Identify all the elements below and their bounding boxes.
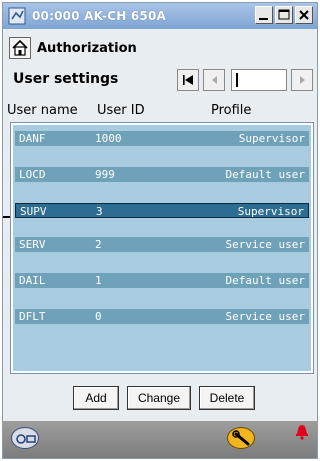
- next-page-button[interactable]: [291, 69, 313, 91]
- user-name-cell: DFLT: [19, 310, 46, 323]
- profile-cell: Supervisor: [238, 132, 305, 145]
- user-id-cell: 3: [96, 205, 103, 218]
- user-list[interactable]: DANF 1000 Supervisor LOCD 999 Default us…: [10, 122, 314, 374]
- profile-cell: Service user: [225, 238, 305, 251]
- user-id-cell: 999: [95, 168, 115, 181]
- user-row[interactable]: DANF 1000 Supervisor: [15, 131, 309, 146]
- user-row-selected[interactable]: SUPV 3 Supervisor: [15, 203, 309, 218]
- close-button[interactable]: [295, 6, 313, 24]
- previous-icon: [212, 76, 217, 84]
- window-title: 00:000 AK-CH 650A: [32, 9, 167, 23]
- user-id-cell: 1000: [95, 132, 122, 145]
- app-icon: [8, 7, 26, 25]
- delete-button[interactable]: Delete: [199, 386, 255, 410]
- column-header-user-id: User ID: [97, 103, 145, 118]
- user-name-cell: DAIL: [19, 274, 46, 287]
- app-window: 00:000 AK-CH 650A Authorization User set…: [2, 2, 318, 459]
- user-name-cell: SUPV: [20, 205, 47, 218]
- column-header-user-name: User name: [7, 103, 78, 118]
- maximize-button[interactable]: [275, 6, 293, 24]
- previous-page-button[interactable]: [203, 69, 225, 91]
- status-bar: [3, 421, 317, 458]
- home-icon: [12, 39, 28, 56]
- title-bar: 00:000 AK-CH 650A: [3, 3, 317, 29]
- user-row[interactable]: DFLT 0 Service user: [15, 309, 309, 324]
- user-login-icon[interactable]: [11, 427, 39, 449]
- alarm-bell-icon[interactable]: [293, 423, 311, 441]
- next-icon: [300, 76, 305, 84]
- profile-cell: Service user: [225, 310, 305, 323]
- add-button[interactable]: Add: [73, 386, 119, 410]
- user-name-cell: LOCD: [19, 168, 46, 181]
- user-name-cell: DANF: [19, 132, 46, 145]
- user-id-cell: 1: [95, 274, 102, 287]
- authorization-header: Authorization: [9, 35, 137, 61]
- change-button[interactable]: Change: [127, 386, 191, 410]
- user-id-cell: 0: [95, 310, 102, 323]
- user-name-cell: SERV: [19, 238, 46, 251]
- profile-cell: Supervisor: [237, 205, 304, 218]
- service-wrench-icon[interactable]: [227, 427, 255, 449]
- user-settings-toolbar: User settings: [9, 67, 315, 93]
- user-id-cell: 2: [95, 238, 102, 251]
- profile-cell: Default user: [225, 168, 305, 181]
- profile-cell: Default user: [225, 274, 305, 287]
- section-title: User settings: [13, 71, 119, 87]
- first-page-button[interactable]: [177, 69, 199, 91]
- minimize-button[interactable]: [255, 6, 273, 24]
- home-button[interactable]: [9, 37, 31, 59]
- column-header-profile: Profile: [211, 103, 252, 118]
- page-title: Authorization: [37, 40, 137, 56]
- user-row[interactable]: SERV 2 Service user: [15, 237, 309, 252]
- skip-first-icon: [183, 75, 193, 85]
- column-headers: User name User ID Profile: [5, 103, 317, 121]
- selection-pointer-icon: [3, 206, 11, 218]
- user-row[interactable]: LOCD 999 Default user: [15, 167, 309, 182]
- page-indicator: [231, 69, 287, 91]
- user-row[interactable]: DAIL 1 Default user: [15, 273, 309, 288]
